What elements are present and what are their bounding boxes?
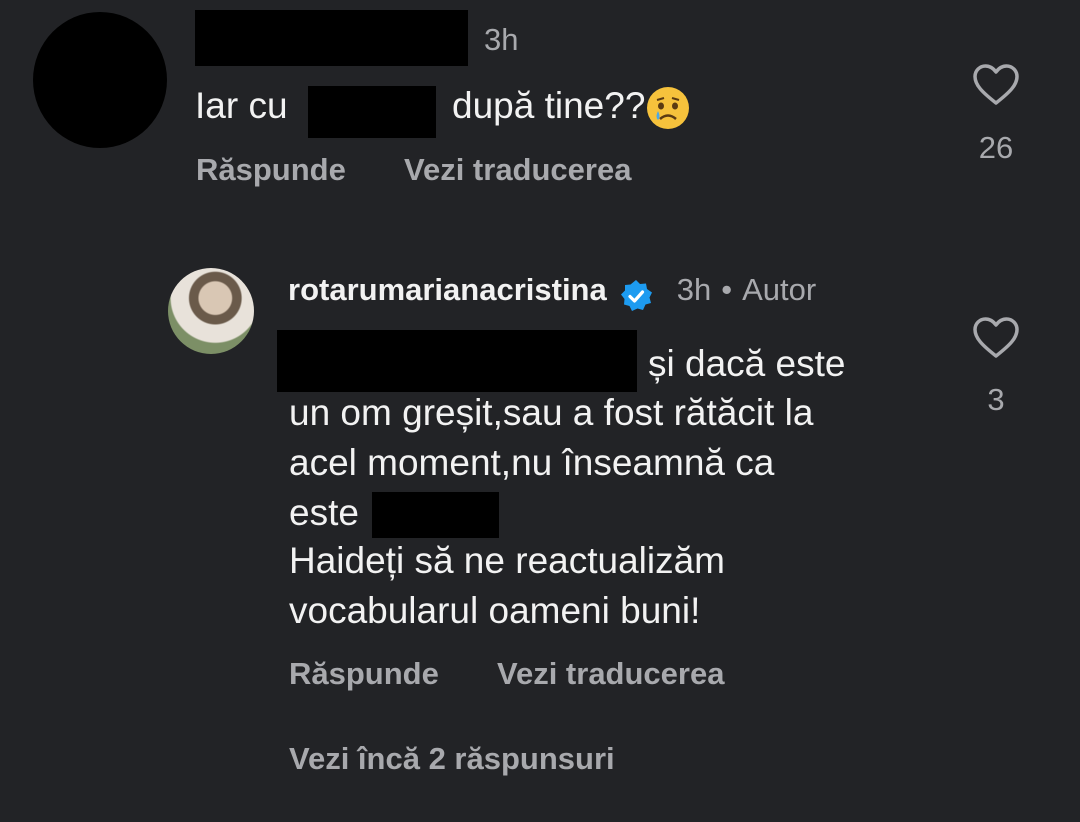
reply-text-line: și dacă este — [648, 343, 846, 384]
see-translation-button[interactable]: Vezi traducerea — [404, 152, 631, 188]
reply-button[interactable]: Răspunde — [289, 656, 439, 692]
username[interactable]: rotarumarianacristina — [288, 272, 607, 307]
reply-text-line: acel moment,nu înseamnă ca — [289, 442, 775, 483]
reply-text-line: este — [289, 492, 359, 533]
redacted-text — [277, 330, 637, 392]
heart-icon[interactable] — [972, 63, 1020, 107]
reply-time: 3h — [676, 272, 712, 307]
separator-dot: • — [721, 272, 733, 307]
see-translation-button[interactable]: Vezi traducerea — [497, 656, 724, 692]
author-tag: Autor — [742, 272, 817, 307]
avatar[interactable] — [168, 268, 254, 354]
reply-text-line: un om greșit,sau a fost rătăcit la — [289, 392, 814, 433]
avatar[interactable] — [33, 12, 167, 148]
reply-header: rotarumarianacristina 3h • Autor — [288, 272, 816, 313]
like-count: 3 — [987, 382, 1005, 417]
redacted-name — [308, 86, 436, 138]
reply-text-line: vocabularul oameni buni! — [289, 590, 701, 631]
crying-face-icon — [647, 87, 690, 130]
redacted-username — [195, 10, 468, 66]
comment-text-end: după tine?? — [452, 81, 690, 130]
redacted-word — [372, 492, 499, 538]
comment-time: 3h — [484, 22, 519, 57]
view-more-replies-button[interactable]: Vezi încă 2 răspunsuri — [289, 741, 615, 777]
heart-icon[interactable] — [972, 316, 1020, 360]
like-count: 26 — [978, 130, 1014, 165]
comment-text-start: Iar cu — [195, 85, 288, 126]
reply-text-line: Haideți să ne reactualizăm — [289, 540, 725, 581]
verified-badge-icon — [620, 279, 652, 311]
reply-button[interactable]: Răspunde — [196, 152, 346, 188]
